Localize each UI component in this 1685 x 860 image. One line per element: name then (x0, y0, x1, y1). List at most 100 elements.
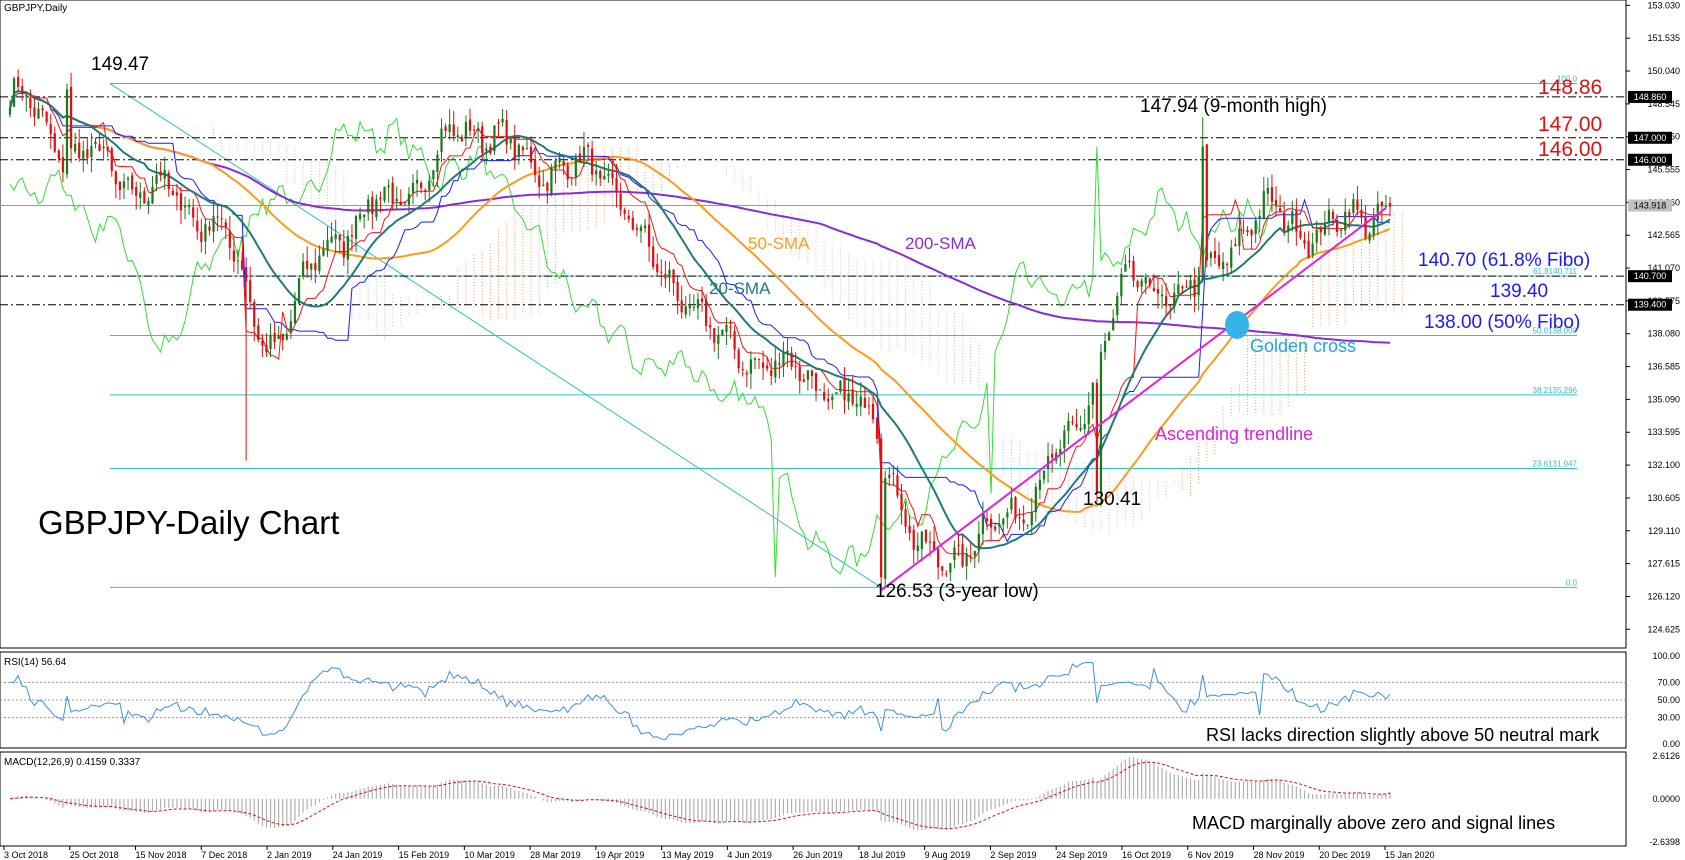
candle-body (187, 205, 191, 208)
candle-body (757, 358, 761, 360)
candle-body (643, 225, 647, 229)
candle-body (1181, 286, 1184, 289)
candle-body (367, 199, 370, 213)
candle-body (660, 271, 663, 273)
candle-body (440, 128, 443, 153)
rsi-tick-label: 100.00 (1652, 651, 1680, 661)
candle-body (989, 518, 993, 528)
candle-body (151, 186, 154, 204)
candle-body (607, 173, 610, 176)
candle-body (314, 263, 317, 271)
rsi-annotation: RSI lacks direction slightly above 50 ne… (1206, 725, 1600, 745)
candle-body (485, 148, 488, 151)
candle-body (977, 533, 980, 551)
candle-body (1030, 511, 1033, 526)
candle-body (725, 324, 728, 333)
candle-body (212, 216, 215, 232)
candle-body (1071, 422, 1074, 424)
candle-body (961, 544, 964, 567)
rsi-tick-label: 30.00 (1657, 713, 1680, 723)
candle-body (802, 379, 805, 382)
rsi-tick-label: 70.00 (1657, 677, 1680, 687)
label-20-sma: 20-SMA (709, 279, 771, 298)
candle-body (163, 170, 166, 179)
candle-body (1262, 191, 1265, 220)
annotation-14700: 147.00 (1538, 113, 1602, 136)
candle-body (619, 193, 622, 210)
candle-body (782, 353, 785, 367)
candle-body (827, 398, 830, 402)
candle-body (806, 370, 809, 380)
candle-body (346, 235, 349, 260)
candle-body (391, 182, 394, 204)
candle-body (696, 299, 700, 309)
candle-body (301, 261, 305, 277)
x-tick-label: 18 Jul 2019 (859, 850, 906, 860)
candle-body (358, 213, 362, 220)
candle-body (86, 149, 89, 159)
candle-body (623, 209, 626, 215)
candle-body (371, 196, 374, 214)
candle-body (937, 548, 940, 568)
candle-body (733, 331, 736, 350)
candle-body (985, 518, 989, 522)
candle-body (147, 200, 150, 206)
price-tag-label: 139.400 (1634, 300, 1667, 310)
price-tag-label: 140.700 (1634, 271, 1667, 281)
candle-body (786, 350, 789, 354)
candle-body (216, 216, 219, 218)
candle-body (1006, 512, 1009, 518)
candle-body (945, 573, 948, 575)
candle-body (159, 171, 162, 176)
candle-body (1291, 211, 1294, 224)
candle-body (448, 124, 451, 133)
candle-body (1388, 202, 1392, 207)
time-axis: 3 Oct 2018 25 Oct 2018 15 Nov 2018 7 Dec 20… (3, 846, 1435, 860)
candle-body (713, 328, 716, 343)
candle-body (1144, 277, 1147, 284)
candle-body (668, 269, 671, 278)
chart-root: 100.061.8140.71150.0138.00038.2135.29623… (0, 0, 1680, 860)
candle-body (1173, 292, 1176, 308)
candle-body (98, 144, 101, 151)
candle-body (680, 300, 683, 313)
candle-body (1156, 289, 1160, 294)
candle-body (464, 121, 468, 139)
candle-body (171, 190, 174, 196)
candle-body (481, 126, 484, 153)
candle-body (350, 234, 354, 237)
candle-body (436, 154, 439, 173)
candle-body (21, 86, 24, 94)
macd-tick-label: 2.6126 (1652, 751, 1680, 761)
label-50-sma: 50-SMA (748, 234, 810, 253)
candle-body (599, 170, 602, 179)
candle-body (432, 170, 435, 179)
candle-body (501, 118, 504, 123)
candle-body (1185, 286, 1188, 288)
y-tick-label: 129.110 (1648, 526, 1680, 536)
annotation-golden-cross: Golden cross (1250, 336, 1356, 356)
candle-body (1164, 296, 1168, 307)
candle-body (1169, 305, 1172, 307)
candle-body (110, 148, 113, 172)
candle-body (74, 143, 77, 152)
macd-tick-label: 0.0000 (1652, 794, 1680, 804)
x-tick-label: 9 Aug 2019 (925, 850, 971, 860)
candle-body (1128, 260, 1131, 263)
candle-body (183, 205, 187, 208)
candle-body (1022, 519, 1025, 524)
y-tick-label: 133.595 (1647, 427, 1680, 437)
candle-body (1091, 382, 1094, 405)
candle-body (1287, 225, 1290, 232)
macd-annotation: MACD marginally above zero and signal li… (1192, 813, 1555, 833)
candle-body (1283, 213, 1286, 231)
candle-body (778, 363, 781, 365)
candle-body (892, 473, 895, 475)
price-tag-label: 143.918 (1634, 200, 1667, 210)
candle-body (452, 124, 455, 136)
candle-body (550, 167, 553, 195)
candle-body (220, 218, 223, 220)
candle-body (1018, 517, 1021, 519)
candle-body (513, 139, 516, 160)
candle-body (880, 438, 883, 578)
